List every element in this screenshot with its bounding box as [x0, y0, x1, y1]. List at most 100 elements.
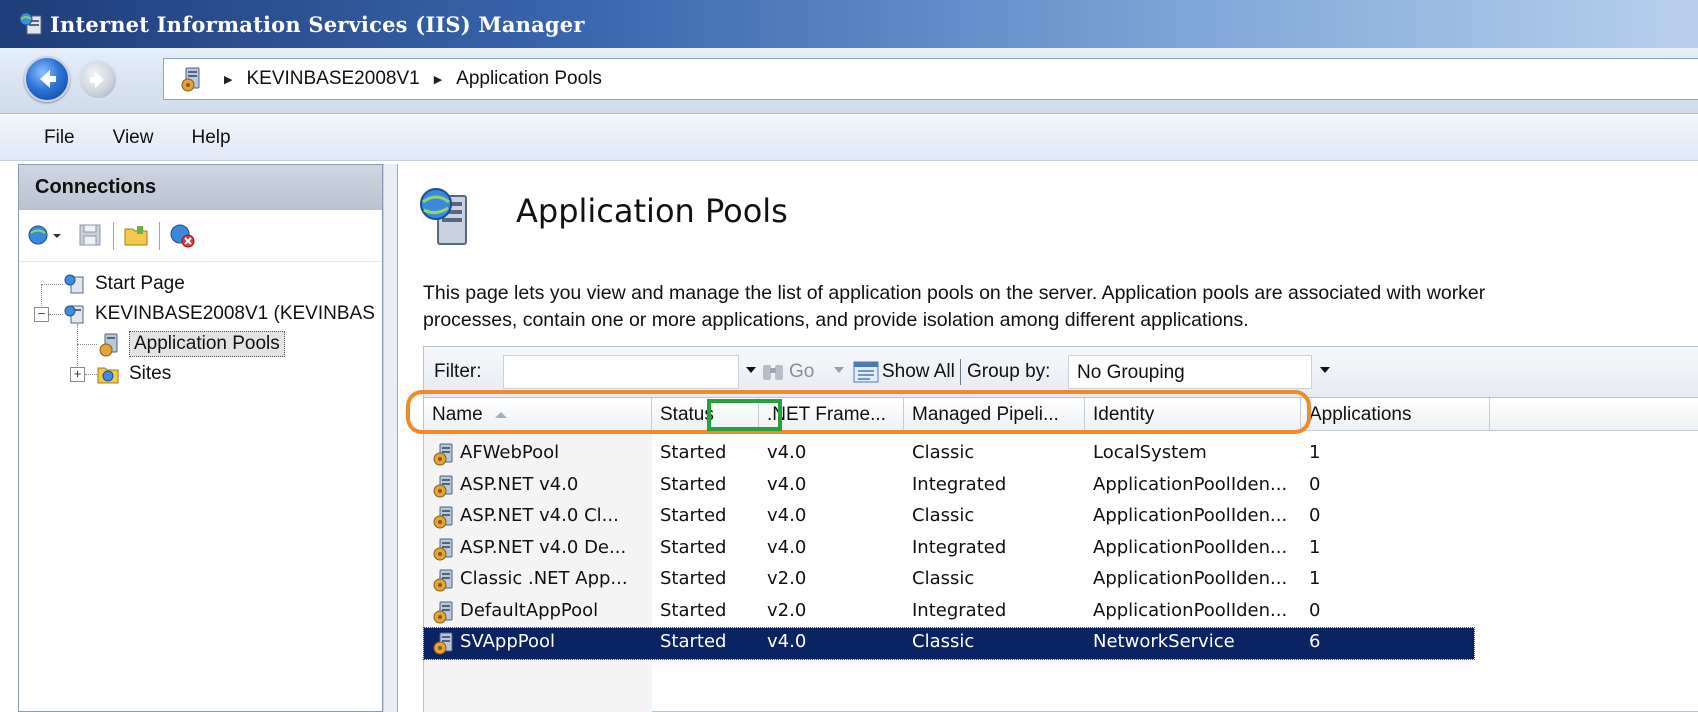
group-by-value: No Grouping	[1077, 362, 1185, 383]
menu-file[interactable]: File	[0, 127, 94, 149]
cell-name: ASP.NET v4.0 De...	[460, 536, 627, 558]
column-header-label: Status	[660, 404, 714, 425]
filter-input[interactable]	[503, 355, 739, 389]
iis-manager-window: Internet Information Services (IIS) Mana…	[0, 0, 1698, 712]
column-header-status[interactable]: Status	[652, 398, 759, 431]
cell-status: Started	[660, 631, 727, 652]
tree-collapse-toggle[interactable]: −	[34, 307, 49, 322]
sites-folder-icon	[97, 363, 119, 385]
breadcrumb-server[interactable]: KEVINBASE2008V1	[246, 68, 419, 90]
cell-name: AFWebPool	[460, 442, 560, 463]
cell-identity: LocalSystem	[1093, 442, 1207, 463]
cell-net: v4.0	[767, 536, 807, 558]
tree-label-sites: Sites	[129, 363, 172, 384]
tree-label-server: KEVINBASE2008V1 (KEVINBAS	[95, 303, 375, 324]
disconnect-icon[interactable]	[169, 222, 195, 248]
connections-pane: Connections − + Start Page KEVINBASE2008…	[18, 164, 383, 712]
cell-apps: 0	[1309, 473, 1321, 495]
show-all-icon	[852, 359, 882, 385]
save-icon[interactable]	[77, 222, 103, 248]
content-pane: Application Pools This page lets you vie…	[397, 164, 1698, 712]
forward-button[interactable]	[78, 60, 118, 100]
tree-item-app-pools[interactable]: Application Pools	[97, 330, 285, 358]
back-arrow-icon	[40, 70, 56, 88]
breadcrumb-arrow-icon[interactable]: ▶	[434, 73, 442, 86]
cell-identity: ApplicationPoolIden...	[1093, 599, 1288, 621]
cell-net: v4.0	[767, 505, 807, 526]
app-pools-grid: Name Status .NET Frame... Managed Pipeli…	[423, 398, 1698, 712]
breadcrumb-arrow-icon[interactable]: ▶	[224, 73, 232, 86]
cell-net: v2.0	[767, 599, 807, 621]
iis-icon	[18, 11, 44, 37]
table-row[interactable]: ASP.NET v4.0 De... Started v4.0 Integrated A…	[424, 534, 1474, 565]
table-row[interactable]: AFWebPool Started v4.0 Classic LocalSystem 1	[424, 439, 1474, 470]
connect-icon[interactable]	[27, 222, 63, 248]
cell-identity: ApplicationPoolIden...	[1093, 473, 1288, 495]
cell-pipeline: Integrated	[912, 599, 1007, 621]
breadcrumb-app-pools[interactable]: Application Pools	[456, 68, 602, 90]
page-title: Application Pools	[516, 192, 788, 230]
column-header-applications[interactable]: Applications	[1301, 398, 1490, 431]
cell-identity: NetworkService	[1093, 631, 1235, 652]
table-row[interactable]: ASP.NET v4.0 Cl... Started v4.0 Classic Appl…	[424, 502, 1474, 533]
cell-apps: 1	[1309, 442, 1321, 463]
binoculars-icon[interactable]	[761, 361, 785, 383]
cell-apps: 1	[1309, 536, 1321, 558]
app-pool-icon	[432, 568, 456, 592]
column-header-identity[interactable]: Identity	[1085, 398, 1301, 431]
app-pool-icon	[432, 505, 456, 529]
app-pool-icon	[432, 600, 456, 624]
grid-header: Name Status .NET Frame... Managed Pipeli…	[424, 398, 1698, 431]
tree-label-start-page: Start Page	[95, 273, 185, 294]
go-dropdown-icon[interactable]	[834, 367, 844, 373]
back-button[interactable]	[24, 56, 70, 102]
cell-identity: ApplicationPoolIden...	[1093, 505, 1288, 526]
group-by-label: Group by:	[967, 361, 1051, 382]
cell-status: Started	[660, 473, 727, 495]
cell-pipeline: Classic	[912, 442, 975, 463]
group-by-dropdown-icon[interactable]	[1320, 367, 1330, 373]
cell-name: ASP.NET v4.0 Cl...	[460, 505, 619, 526]
connections-tree: − + Start Page KEVINBASE2008V1 (KEVINBAS…	[19, 262, 382, 702]
tree-item-server[interactable]: KEVINBASE2008V1 (KEVINBAS	[63, 300, 379, 328]
cell-status: Started	[660, 505, 727, 526]
filter-separator	[960, 359, 961, 385]
filter-dropdown-icon[interactable]	[746, 367, 756, 373]
cell-name: Classic .NET App...	[460, 568, 628, 589]
show-all-button[interactable]: Show All	[882, 361, 955, 383]
cell-net: v4.0	[767, 442, 807, 463]
table-row[interactable]: DefaultAppPool Started v2.0 Integrated Appli…	[424, 597, 1474, 628]
column-header-label: Identity	[1093, 404, 1155, 425]
pane-splitter[interactable]	[383, 164, 397, 712]
column-header-label: Managed Pipeli...	[912, 404, 1059, 425]
column-header-name[interactable]: Name	[424, 398, 652, 431]
cell-pipeline: Classic	[912, 631, 975, 652]
start-page-icon	[63, 273, 85, 295]
cell-name: SVAppPool	[460, 631, 555, 652]
tree-item-start-page[interactable]: Start Page	[63, 270, 189, 298]
go-button[interactable]: Go	[789, 361, 814, 383]
app-pool-icon	[418, 186, 476, 250]
menu-view[interactable]: View	[94, 127, 173, 149]
folder-icon[interactable]	[123, 222, 149, 248]
tree-expand-toggle[interactable]: +	[70, 367, 85, 382]
cell-status: Started	[660, 442, 727, 463]
column-header-label: Applications	[1309, 404, 1412, 425]
column-header-pipeline[interactable]: Managed Pipeli...	[904, 398, 1085, 431]
table-row[interactable]: SVAppPool Started v4.0 Classic NetworkServic…	[423, 627, 1475, 660]
table-row[interactable]: ASP.NET v4.0 Started v4.0 Integrated Applica…	[424, 471, 1474, 502]
cell-net: v2.0	[767, 568, 807, 589]
column-header-net-framework[interactable]: .NET Frame...	[759, 398, 904, 431]
cell-apps: 0	[1309, 599, 1321, 621]
page-description: This page lets you view and manage the l…	[423, 280, 1603, 334]
toolbar-separator	[113, 222, 114, 250]
table-row[interactable]: Classic .NET App... Started v2.0 Classic App…	[424, 565, 1474, 596]
connections-header: Connections	[19, 165, 382, 210]
group-by-select[interactable]: No Grouping	[1068, 355, 1312, 389]
tree-item-sites[interactable]: Sites	[97, 360, 175, 388]
app-pool-icon	[432, 442, 456, 466]
menu-help[interactable]: Help	[172, 127, 249, 149]
cell-apps: 1	[1309, 568, 1321, 589]
description-line: This page lets you view and manage the l…	[423, 282, 1486, 304]
address-field[interactable]: ▶ KEVINBASE2008V1 ▶ Application Pools	[163, 58, 1698, 100]
